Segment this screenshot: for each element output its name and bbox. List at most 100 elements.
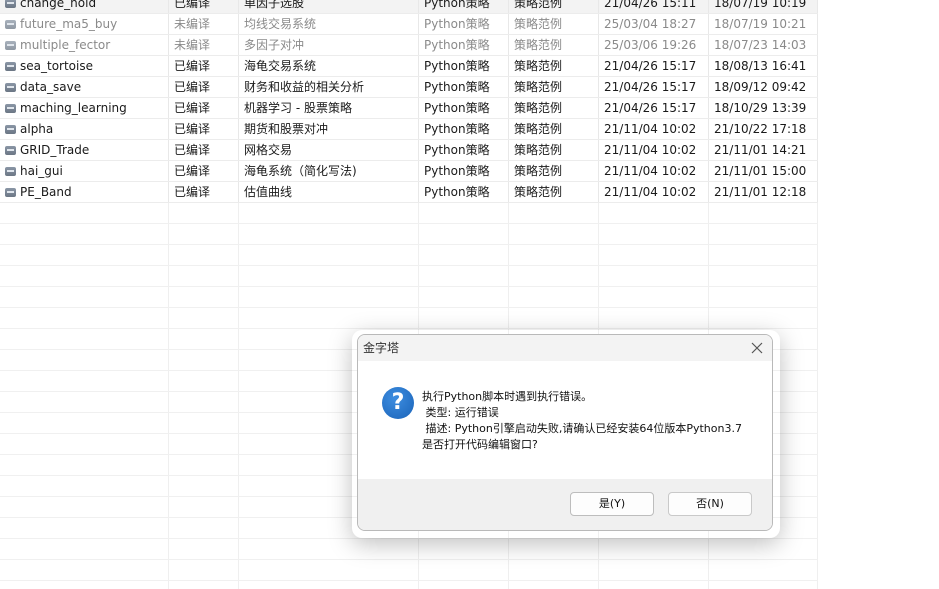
strategy-name-cell: hai_gui bbox=[0, 161, 169, 181]
table-row[interactable]: multiple_fector 未编译 多因子对冲 Python策略 策略范例 25/03… bbox=[0, 35, 818, 56]
table-row[interactable]: hai_gui 已编译 海龟系统（简化写法) Python策略 策略范例 21/11/04… bbox=[0, 161, 818, 182]
modified-time-cell: 21/04/26 15:11 bbox=[599, 0, 709, 13]
strategy-type: Python策略 bbox=[424, 59, 490, 73]
modified-time-cell: 21/11/04 10:02 bbox=[599, 140, 709, 160]
compile-status-cell: 已编译 bbox=[169, 161, 239, 181]
compile-status-cell: 已编译 bbox=[169, 119, 239, 139]
strategy-description: 海龟系统（简化写法) bbox=[244, 164, 357, 178]
strategy-description-cell: 海龟系统（简化写法) bbox=[239, 161, 419, 181]
strategy-description: 财务和收益的相关分析 bbox=[244, 80, 365, 94]
strategy-category-cell: 策略范例 bbox=[509, 0, 599, 13]
strategy-description: 期货和股票对冲 bbox=[244, 122, 329, 136]
strategy-description-cell: 多因子对冲 bbox=[239, 35, 419, 55]
empty-row-line bbox=[0, 328, 818, 329]
strategy-category-cell: 策略范例 bbox=[509, 77, 599, 97]
created-time: 18/07/19 10:19 bbox=[714, 0, 807, 10]
strategy-category: 策略范例 bbox=[514, 122, 563, 136]
compile-status-cell: 未编译 bbox=[169, 35, 239, 55]
created-time-cell: 18/07/19 10:21 bbox=[709, 14, 818, 34]
strategy-type-cell: Python策略 bbox=[419, 140, 509, 160]
created-time-cell: 21/10/22 17:18 bbox=[709, 119, 818, 139]
compile-status: 已编译 bbox=[174, 122, 211, 136]
created-time: 18/07/23 14:03 bbox=[714, 38, 807, 52]
strategy-category: 策略范例 bbox=[514, 101, 563, 115]
compile-status: 已编译 bbox=[174, 0, 211, 10]
strategy-description-cell: 财务和收益的相关分析 bbox=[239, 77, 419, 97]
strategy-type: Python策略 bbox=[424, 143, 490, 157]
modified-time-cell: 21/04/26 15:17 bbox=[599, 56, 709, 76]
no-button[interactable]: 否(N) bbox=[668, 492, 752, 516]
compile-status: 已编译 bbox=[174, 101, 211, 115]
strategy-name: future_ma5_buy bbox=[20, 17, 118, 31]
strategy-category-cell: 策略范例 bbox=[509, 140, 599, 160]
table-row[interactable]: PE_Band 已编译 估值曲线 Python策略 策略范例 21/11/04 10:02… bbox=[0, 182, 818, 203]
modified-time: 21/04/26 15:17 bbox=[604, 101, 697, 115]
created-time: 18/07/19 10:21 bbox=[714, 17, 807, 31]
compile-status-cell: 未编译 bbox=[169, 14, 239, 34]
created-time: 18/09/12 09:42 bbox=[714, 80, 807, 94]
modified-time: 21/04/26 15:17 bbox=[604, 80, 697, 94]
dialog-footer: 是(Y) 否(N) bbox=[358, 479, 772, 530]
created-time: 21/11/01 14:21 bbox=[714, 143, 807, 157]
strategy-name: sea_tortoise bbox=[20, 59, 93, 73]
modified-time: 25/03/04 18:27 bbox=[604, 17, 697, 31]
empty-row-line bbox=[0, 265, 818, 266]
created-time-cell: 18/07/19 10:19 bbox=[709, 0, 818, 13]
strategy-type-cell: Python策略 bbox=[419, 182, 509, 202]
modified-time: 21/11/04 10:02 bbox=[604, 143, 697, 157]
compile-status: 已编译 bbox=[174, 185, 211, 199]
table-row[interactable]: data_save 已编译 财务和收益的相关分析 Python策略 策略范例 21/04/… bbox=[0, 77, 818, 98]
strategy-name: maching_learning bbox=[20, 101, 127, 115]
error-dialog: 金字塔 ? 执行Python脚本时遇到执行错误。 类型: 运行错误 描述: Py… bbox=[357, 334, 773, 531]
dialog-message: 执行Python脚本时遇到执行错误。 类型: 运行错误 描述: Python引擎… bbox=[422, 389, 742, 453]
compile-status: 未编译 bbox=[174, 17, 211, 31]
created-time-cell: 18/09/12 09:42 bbox=[709, 77, 818, 97]
script-file-icon bbox=[5, 0, 16, 8]
strategy-category: 策略范例 bbox=[514, 0, 563, 10]
empty-row-line bbox=[0, 244, 818, 245]
strategy-description: 单因子选股 bbox=[244, 0, 305, 10]
strategy-type-cell: Python策略 bbox=[419, 35, 509, 55]
table-row[interactable]: future_ma5_buy 未编译 均线交易系统 Python策略 策略范例 25/03… bbox=[0, 14, 818, 35]
table-row[interactable]: GRID_Trade 已编译 网格交易 Python策略 策略范例 21/11/04 10… bbox=[0, 140, 818, 161]
strategy-type-cell: Python策略 bbox=[419, 0, 509, 13]
table-row[interactable]: maching_learning 已编译 机器学习 - 股票策略 Python策略 策略… bbox=[0, 98, 818, 119]
strategy-type-cell: Python策略 bbox=[419, 119, 509, 139]
script-file-icon bbox=[5, 104, 16, 113]
strategy-category: 策略范例 bbox=[514, 185, 563, 199]
table-row[interactable]: alpha 已编译 期货和股票对冲 Python策略 策略范例 21/11/04 10:0… bbox=[0, 119, 818, 140]
strategy-category: 策略范例 bbox=[514, 143, 563, 157]
yes-button[interactable]: 是(Y) bbox=[570, 492, 654, 516]
empty-row-line bbox=[0, 538, 818, 539]
dialog-titlebar[interactable]: 金字塔 bbox=[358, 335, 772, 361]
modified-time-cell: 21/04/26 15:17 bbox=[599, 77, 709, 97]
created-time-cell: 18/07/23 14:03 bbox=[709, 35, 818, 55]
compile-status-cell: 已编译 bbox=[169, 56, 239, 76]
script-file-icon bbox=[5, 20, 16, 29]
dialog-title: 金字塔 bbox=[363, 341, 400, 355]
strategy-description: 海龟交易系统 bbox=[244, 59, 317, 73]
empty-row-line bbox=[0, 223, 818, 224]
strategy-name-cell: change_hold bbox=[0, 0, 169, 13]
strategy-type-cell: Python策略 bbox=[419, 14, 509, 34]
table-row[interactable]: sea_tortoise 已编译 海龟交易系统 Python策略 策略范例 21/04/2… bbox=[0, 56, 818, 77]
strategy-description-cell: 机器学习 - 股票策略 bbox=[239, 98, 419, 118]
created-time: 21/11/01 15:00 bbox=[714, 164, 807, 178]
strategy-type: Python策略 bbox=[424, 17, 490, 31]
strategy-description: 网格交易 bbox=[244, 143, 293, 157]
script-file-icon bbox=[5, 125, 16, 134]
modified-time-cell: 25/03/04 18:27 bbox=[599, 14, 709, 34]
compile-status-cell: 已编译 bbox=[169, 77, 239, 97]
strategy-name: data_save bbox=[20, 80, 82, 94]
empty-row-line bbox=[0, 307, 818, 308]
table-row[interactable]: change_hold 已编译 单因子选股 Python策略 策略范例 21/04/26 … bbox=[0, 0, 818, 14]
created-time-cell: 18/10/29 13:39 bbox=[709, 98, 818, 118]
strategy-description: 多因子对冲 bbox=[244, 38, 305, 52]
created-time: 18/10/29 13:39 bbox=[714, 101, 807, 115]
created-time-cell: 18/08/13 16:41 bbox=[709, 56, 818, 76]
close-icon[interactable] bbox=[748, 339, 766, 357]
compile-status: 已编译 bbox=[174, 164, 211, 178]
compile-status: 已编译 bbox=[174, 80, 211, 94]
strategy-name-cell: data_save bbox=[0, 77, 169, 97]
strategy-description-cell: 期货和股票对冲 bbox=[239, 119, 419, 139]
